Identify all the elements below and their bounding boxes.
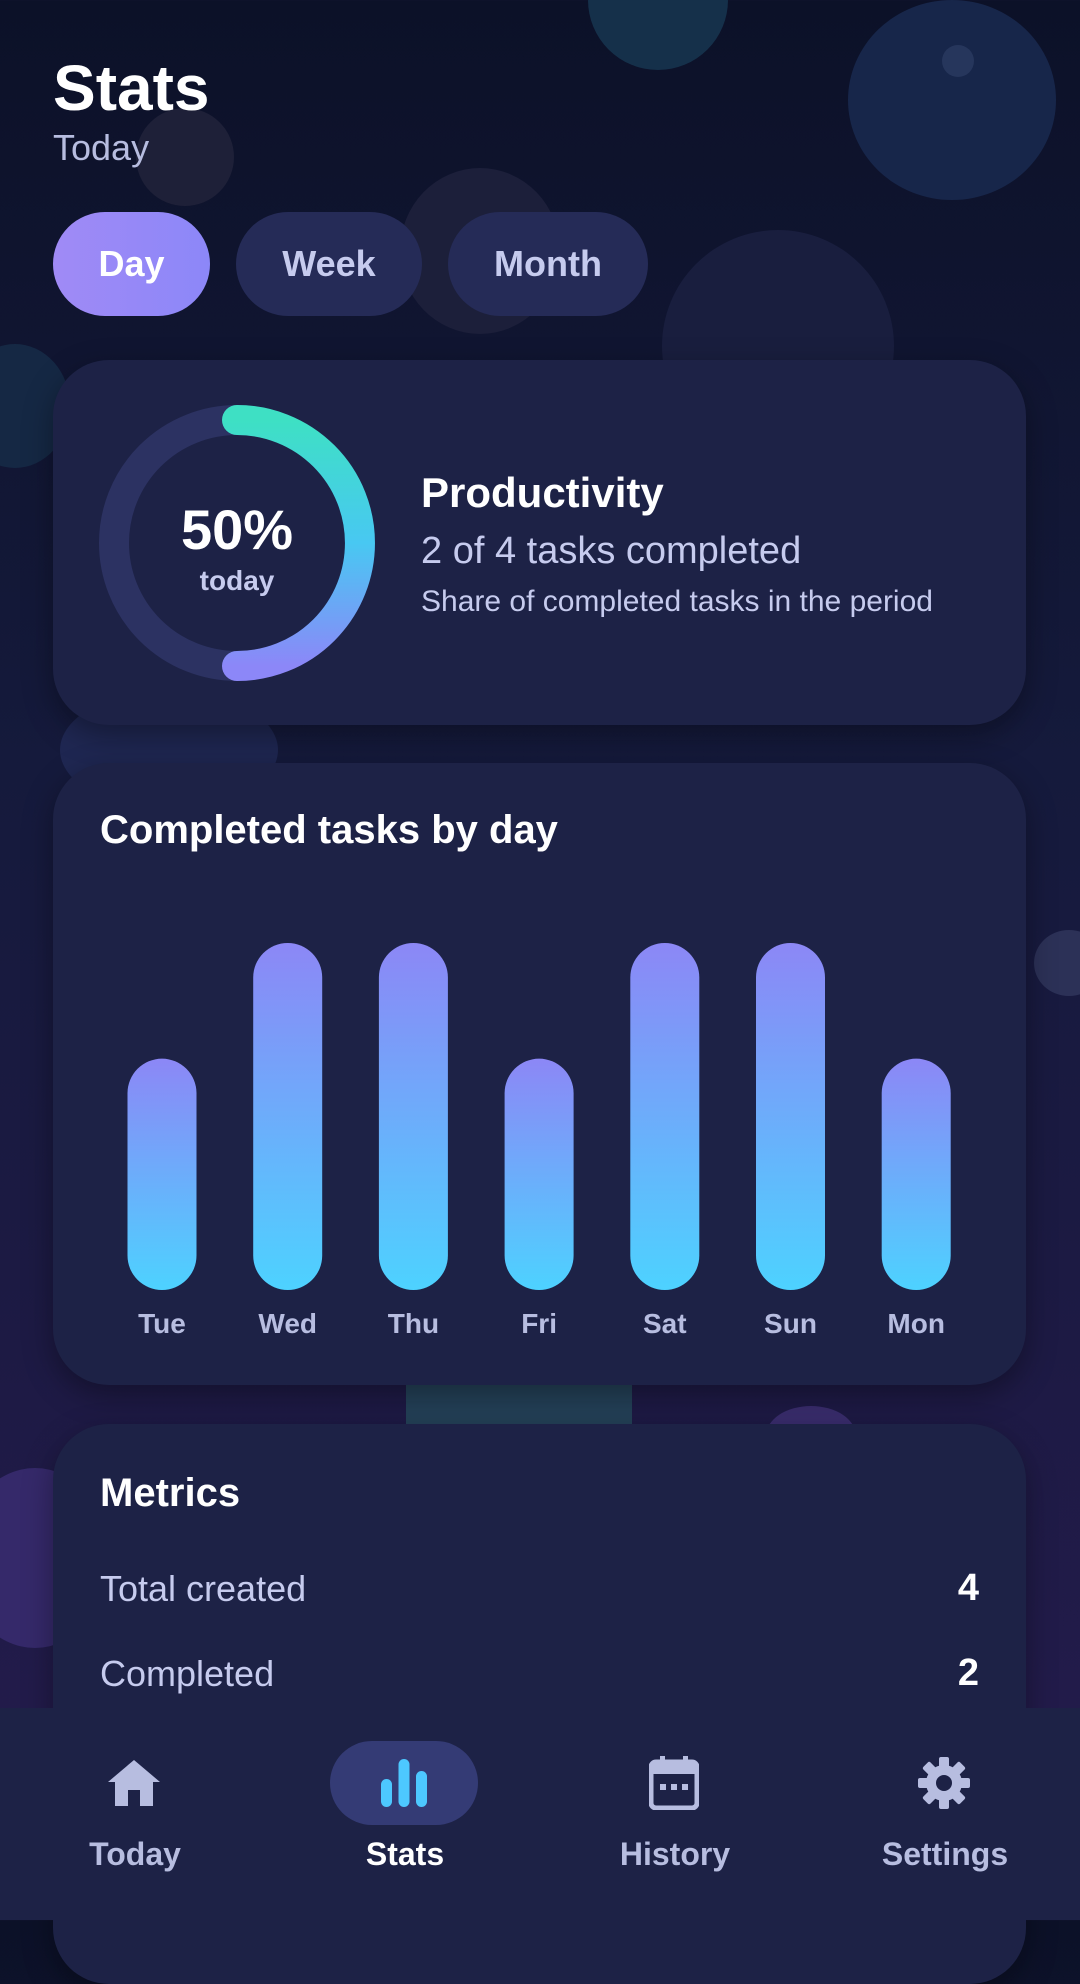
metric-value: 4 — [957, 1567, 979, 1609]
productivity-period: today — [199, 565, 275, 596]
productivity-description: Share of completed tasks in the period — [421, 585, 933, 618]
productivity-summary: 2 of 4 tasks completed — [421, 530, 802, 572]
metric-label: Completed — [100, 1652, 275, 1694]
metric-value: 2 — [957, 1652, 979, 1694]
chart-bar-wed — [253, 943, 323, 1290]
chart-tick-label-mon: Mon — [887, 1308, 945, 1339]
background-bubble — [942, 45, 974, 77]
chart-tick-label-sun: Sun — [764, 1308, 817, 1339]
nav-item-history[interactable]: History — [540, 1708, 810, 1920]
metrics-title: Metrics — [100, 1471, 241, 1515]
productivity-card: 50% today Productivity 2 of 4 tasks comp… — [53, 360, 1026, 725]
background-bubble — [848, 0, 1056, 200]
chart-tick-label-thu: Thu — [388, 1308, 439, 1339]
nav-item-stats[interactable]: Stats — [270, 1708, 540, 1920]
calendar-icon — [649, 1756, 699, 1810]
background-bubble — [1034, 930, 1080, 996]
chart-bar-sat — [630, 943, 700, 1290]
chart-bar-thu — [378, 943, 448, 1290]
nav-label-settings: Settings — [881, 1836, 1009, 1872]
chart-tick-label-tue: Tue — [138, 1308, 186, 1339]
page-header: Stats Today — [53, 50, 210, 170]
productivity-title: Productivity — [421, 469, 664, 516]
chart-bar-fri — [504, 1058, 574, 1290]
nav-label-history: History — [619, 1836, 731, 1872]
nav-item-today[interactable]: Today — [0, 1708, 270, 1920]
nav-item-settings[interactable]: Settings — [810, 1708, 1080, 1920]
completed-tasks-chart-card: Completed tasks by day Tue Wed Thu Fri Sat Su… — [53, 763, 1026, 1385]
filter-chip-week[interactable]: Week — [236, 212, 422, 316]
metric-row-total-created: Total created 4 — [100, 1567, 979, 1610]
gear-icon — [918, 1757, 970, 1809]
metric-row-completed: Completed 2 — [100, 1652, 979, 1695]
productivity-percent: 50% — [180, 498, 294, 561]
bar-chart-icon — [381, 1759, 427, 1807]
page-subtitle: Today — [53, 127, 150, 168]
productivity-ring: 50% today — [99, 405, 375, 681]
chart-tick-label-sat: Sat — [643, 1308, 687, 1339]
background-bubble — [588, 0, 728, 70]
home-icon — [108, 1760, 160, 1806]
chart-bar-tue — [127, 1058, 197, 1290]
productivity-details: Productivity 2 of 4 tasks completed Shar… — [421, 468, 933, 620]
chart-bar-mon — [881, 1058, 951, 1290]
page-title: Stats — [53, 52, 210, 124]
metric-label: Total created — [100, 1567, 307, 1609]
bar-chart: Tue Wed Thu Fri Sat Sun Mon — [127, 943, 951, 1339]
chart-bar-sun — [756, 943, 825, 1290]
filter-chip-day[interactable]: Day — [53, 212, 210, 316]
chart-tick-label-wed: Wed — [258, 1308, 317, 1339]
period-filter: Day Week Month — [53, 212, 648, 316]
nav-label-stats: Stats — [365, 1836, 445, 1872]
chart-tick-label-fri: Fri — [521, 1308, 557, 1339]
filter-chip-month[interactable]: Month — [448, 212, 648, 316]
nav-label-today: Today — [89, 1836, 181, 1872]
bottom-navigation: Today Stats History Settings — [0, 1708, 1080, 1920]
